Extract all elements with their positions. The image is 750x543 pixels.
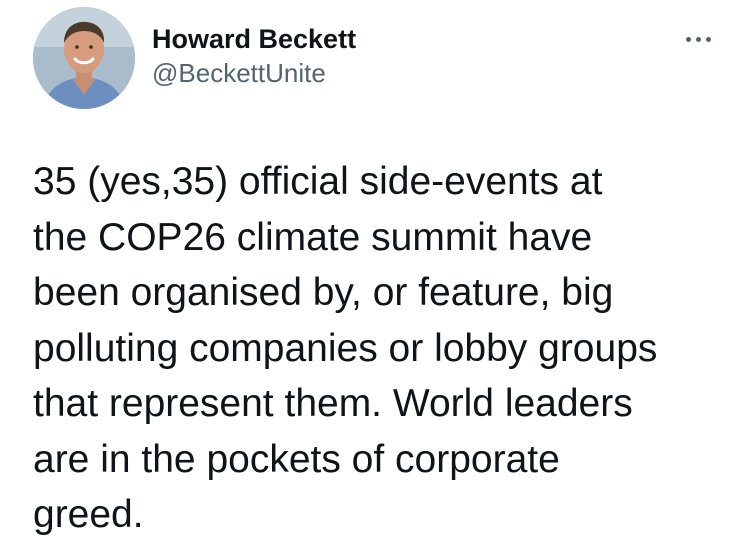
- tweet-text-line: greed.: [33, 493, 144, 536]
- author-display-name[interactable]: Howard Beckett: [152, 22, 356, 56]
- tweet-card: Howard Beckett @BeckettUnite 35 (yes,35)…: [0, 0, 750, 538]
- tweet-text: 35 (yes,35) official side-events at the …: [33, 154, 738, 543]
- tweet-text-line: the COP26 climate summit have: [33, 215, 593, 259]
- avatar-photo: [33, 7, 135, 109]
- more-options-button[interactable]: [676, 26, 720, 52]
- more-horizontal-icon: [683, 36, 713, 42]
- tweet-text-line: that represent them. World leaders: [33, 382, 633, 425]
- tweet-text-line: polluting companies or lobby groups: [33, 326, 658, 370]
- tweet-text-line: are in the pockets of corporate: [33, 437, 560, 481]
- author-handle[interactable]: @BeckettUnite: [152, 56, 356, 90]
- tweet-author: Howard Beckett @BeckettUnite: [152, 22, 356, 90]
- avatar[interactable]: [33, 7, 135, 109]
- tweet-text-line: been organised by, or feature, big: [33, 271, 614, 314]
- tweet-text-line: 35 (yes,35) official side-events at: [33, 160, 603, 203]
